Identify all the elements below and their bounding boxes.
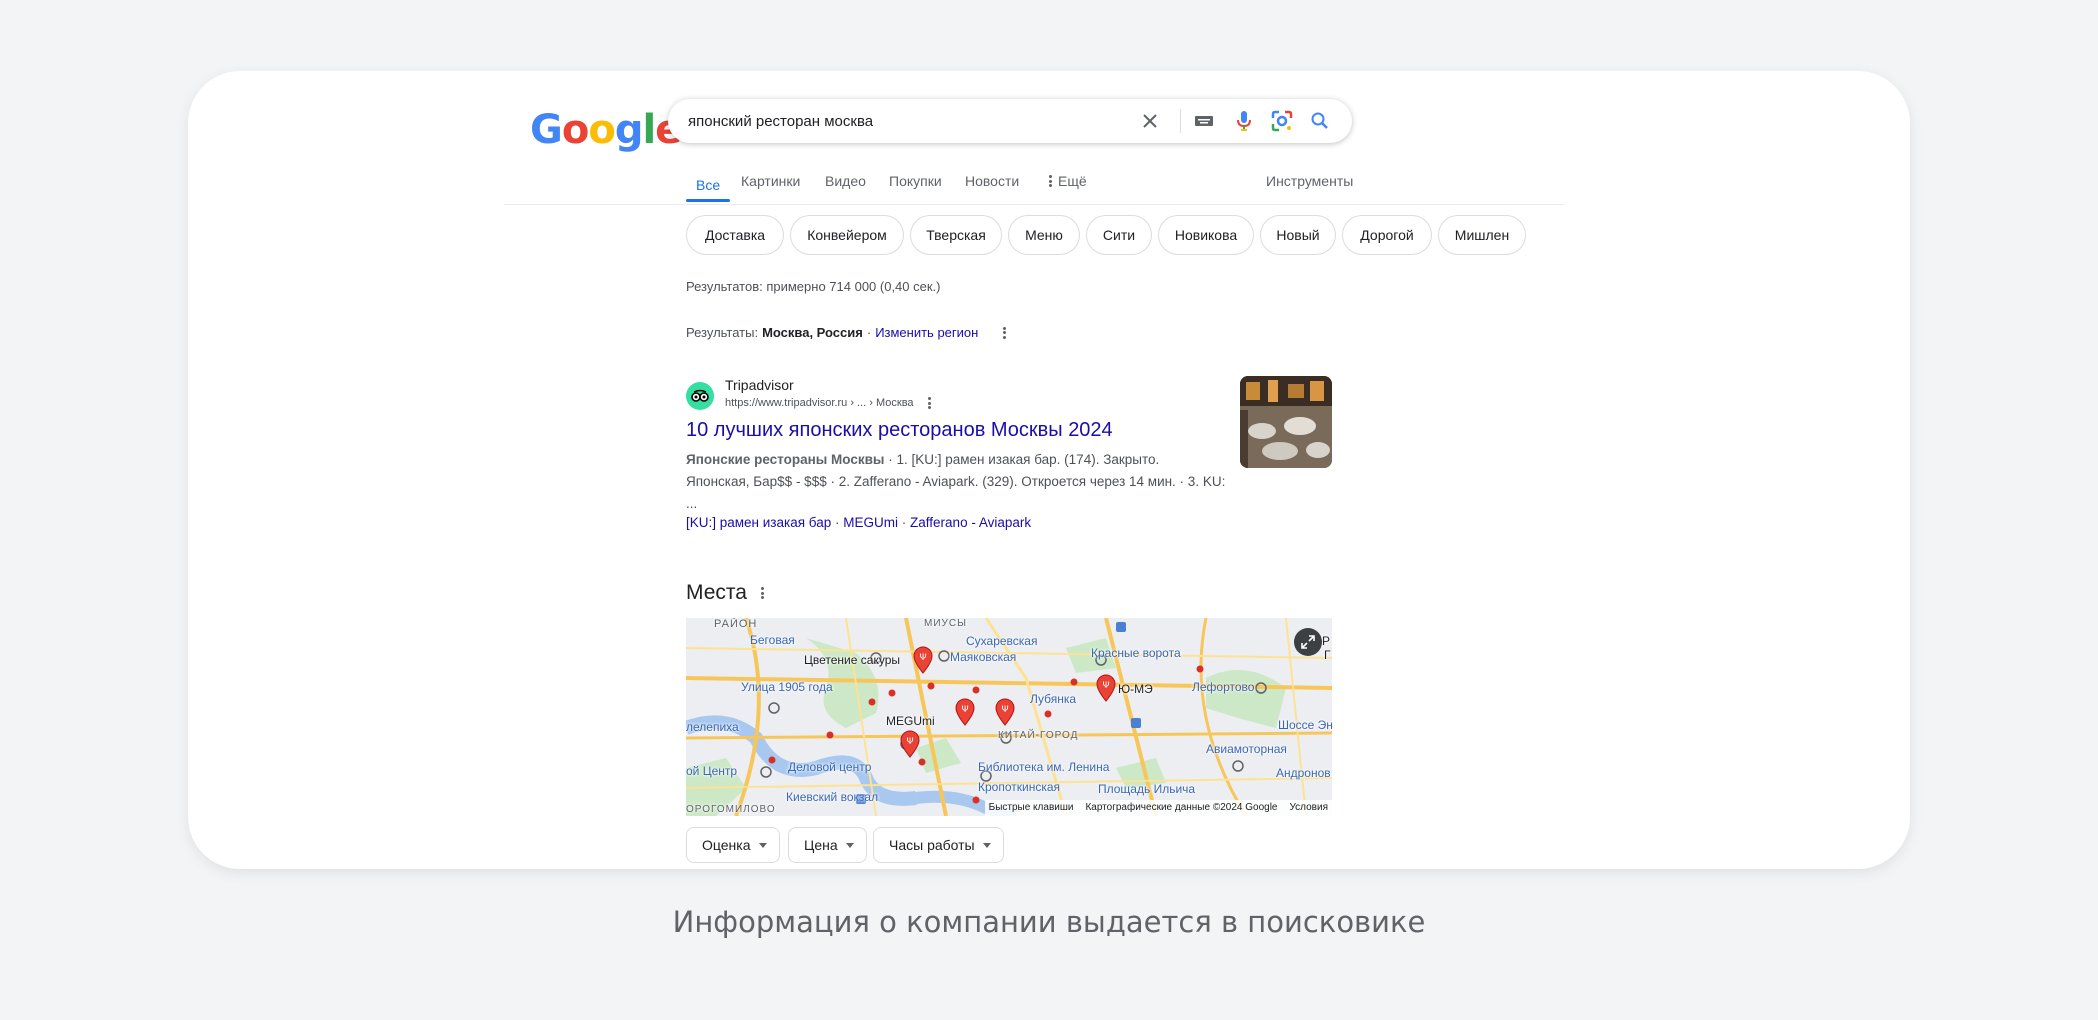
map-shortcuts-link[interactable]: Быстрые клавиши	[989, 802, 1074, 814]
clear-icon[interactable]	[1138, 109, 1162, 133]
tab-shopping[interactable]: Покупки	[889, 173, 942, 189]
tab-news[interactable]: Новости	[965, 173, 1019, 189]
map-label: MEGUmi	[886, 714, 935, 728]
map-label: Цветение сакуры	[804, 653, 900, 667]
sublink-zafferano[interactable]: Zafferano - Aviapark	[910, 515, 1031, 530]
microphone-icon[interactable]	[1232, 109, 1256, 133]
places-heading: Места	[686, 581, 765, 605]
google-logo[interactable]: Google	[530, 107, 682, 153]
region-menu-icon[interactable]	[1002, 326, 1006, 339]
map-label: КИТАЙ-ГОРОД	[998, 730, 1079, 741]
map-label: Площадь Ильича	[1098, 782, 1196, 796]
chevron-down-icon	[758, 842, 767, 848]
map-pin-icon[interactable]: Ψ	[994, 698, 1016, 726]
svg-text:Ψ: Ψ	[919, 653, 926, 663]
chip-new[interactable]: Новый	[1260, 215, 1336, 255]
map-label: лелепиха	[686, 720, 739, 734]
tab-all[interactable]: Все	[696, 177, 720, 193]
result-sublinks: [KU:] рамен изакая бар · MEGUmi · Zaffer…	[686, 515, 1032, 530]
tab-videos[interactable]: Видео	[825, 173, 866, 189]
svg-text:Ψ: Ψ	[1001, 705, 1008, 715]
map-label: Киевский вокзал	[786, 790, 879, 804]
map-label: Лефортово	[1192, 680, 1255, 694]
map-label: Андронов	[1276, 766, 1331, 780]
map-label: Улица 1905 года	[741, 680, 833, 694]
map-label: Лубянка	[1030, 692, 1077, 706]
search-box	[668, 99, 1352, 143]
tab-tools[interactable]: Инструменты	[1266, 173, 1353, 189]
search-icon[interactable]	[1308, 109, 1332, 133]
map-pin-icon[interactable]: Ψ	[1095, 674, 1117, 702]
map-label: Красные ворота	[1091, 646, 1181, 660]
filter-price-button[interactable]: Цена	[788, 827, 867, 863]
map-label: Сухаревская	[966, 634, 1038, 648]
map-label: Беговая	[750, 633, 795, 647]
places-menu-icon[interactable]	[761, 587, 765, 599]
tripadvisor-icon[interactable]	[686, 382, 714, 410]
svg-text:Ψ: Ψ	[906, 737, 913, 747]
map-label: Кропоткинская	[978, 780, 1061, 794]
chip-michelin[interactable]: Мишлен	[1438, 215, 1526, 255]
map-footer: Быстрые клавиши Картографические данные …	[984, 800, 1332, 816]
map-label: Р	[1322, 634, 1331, 648]
active-tab-indicator	[686, 199, 730, 202]
tabs-divider	[504, 204, 1564, 205]
map-label: ой Центр	[686, 764, 738, 778]
map-label: Г	[1324, 648, 1331, 662]
results-count: Результатов: примерно 714 000 (0,40 сек.…	[686, 279, 941, 294]
map-label: Деловой центр	[788, 760, 872, 774]
map-terms-link[interactable]: Условия	[1289, 802, 1328, 814]
result-menu-icon[interactable]	[928, 397, 932, 409]
sublink-ku[interactable]: [KU:] рамен изакая бар	[686, 515, 831, 530]
map-pin-icon[interactable]: Ψ	[954, 698, 976, 726]
svg-text:Ψ: Ψ	[961, 705, 968, 715]
filter-hours-button[interactable]: Часы работы	[873, 827, 1004, 863]
result-title-link[interactable]: 10 лучших японских ресторанов Москвы 202…	[686, 419, 1113, 442]
more-dots-icon	[1048, 175, 1052, 187]
map-label: Маяковская	[950, 650, 1017, 664]
map-data-credit: Картографические данные ©2024 Google	[1085, 802, 1278, 813]
chip-delivery[interactable]: Доставка	[686, 215, 784, 255]
map-label: Ю-МЭ	[1118, 682, 1153, 696]
change-region-link[interactable]: Изменить регион	[875, 325, 978, 340]
map-pin-icon[interactable]: Ψ	[912, 646, 934, 674]
expand-icon	[1301, 635, 1315, 649]
map-label: Шоссе Энт	[1278, 718, 1332, 732]
svg-text:Ψ: Ψ	[1102, 681, 1109, 691]
map-expand-button[interactable]	[1294, 628, 1322, 656]
region-line: Результаты: Москва, Россия · Изменить ре…	[686, 325, 1006, 340]
map-label: Авиамоторная	[1206, 742, 1287, 756]
search-divider	[1180, 109, 1181, 133]
result-snippet: Японские рестораны Москвы · 1. [KU:] рам…	[686, 452, 1226, 511]
map-label: МИУСЫ	[924, 618, 967, 629]
tab-images[interactable]: Картинки	[741, 173, 800, 189]
tab-more[interactable]: Ещё	[1048, 173, 1087, 189]
result-thumbnail[interactable]	[1240, 376, 1332, 468]
chip-tverskaya[interactable]: Тверская	[910, 215, 1002, 255]
google-lens-icon[interactable]	[1270, 109, 1294, 133]
chevron-down-icon	[982, 842, 991, 848]
places-map[interactable]: Ψ Ψ Ψ Ψ Ψ РАЙОН МИУСЫ Беговая Сухаревска…	[686, 618, 1332, 816]
chip-city[interactable]: Сити	[1086, 215, 1152, 255]
filter-rating-button[interactable]: Оценка	[686, 827, 780, 863]
result-site-name[interactable]: Tripadvisor	[725, 377, 794, 393]
chip-novikova[interactable]: Новикова	[1158, 215, 1254, 255]
search-input[interactable]	[688, 99, 1128, 143]
sublink-megumi[interactable]: MEGUmi	[843, 515, 898, 530]
map-label: РАЙОН	[714, 618, 758, 630]
chevron-down-icon	[845, 842, 854, 848]
search-results-card: Google Все Картинки Видео Покупки Новост…	[188, 71, 1910, 869]
chip-menu[interactable]: Меню	[1008, 215, 1080, 255]
chip-expensive[interactable]: Дорогой	[1342, 215, 1432, 255]
map-label: Библиотека им. Ленина	[978, 760, 1110, 774]
map-label: ОРОГОМИЛОВО	[686, 804, 776, 815]
region-location: Москва, Россия	[762, 325, 863, 340]
page-caption: Информация о компании выдается в поисков…	[672, 905, 1426, 939]
keyboard-icon[interactable]	[1192, 109, 1216, 133]
map-pin-icon[interactable]: Ψ	[899, 730, 921, 758]
result-url[interactable]: https://www.tripadvisor.ru › ... › Москв…	[725, 397, 932, 409]
chip-conveyor[interactable]: Конвейером	[790, 215, 904, 255]
